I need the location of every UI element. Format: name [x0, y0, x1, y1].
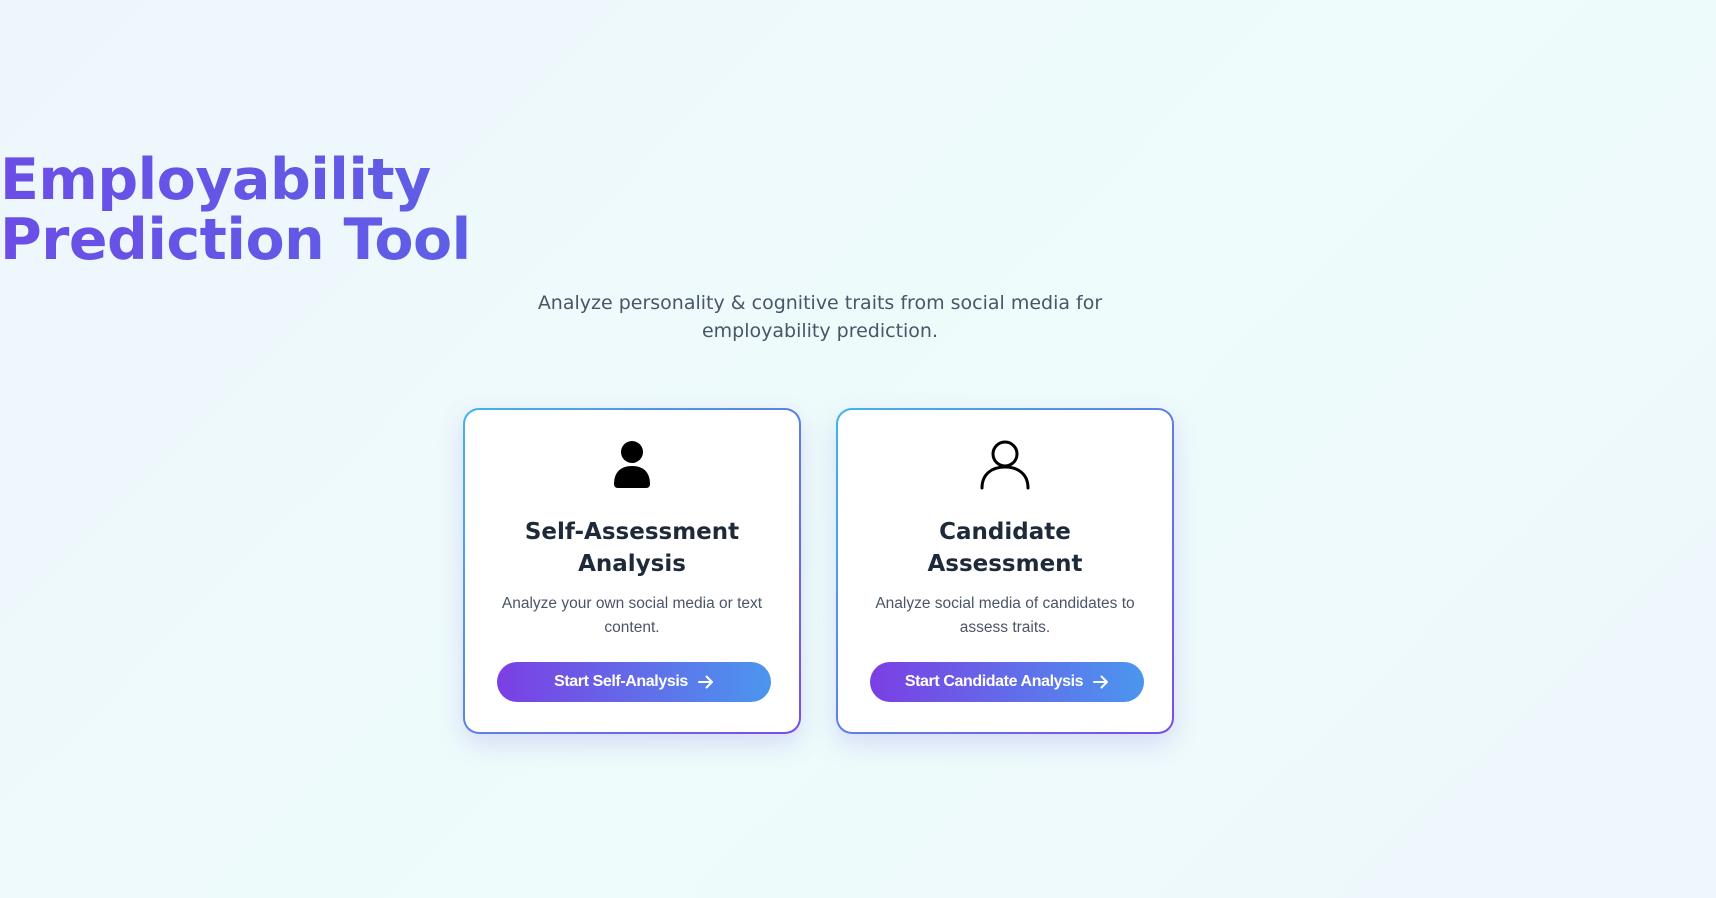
start-candidate-analysis-button[interactable]: Start Candidate Analysis — [870, 662, 1144, 702]
page-title-line-2: Prediction Tool — [0, 207, 471, 273]
page-title-line-1: Employability — [0, 147, 431, 213]
self-assessment-description: Analyze your own social media or text co… — [501, 595, 763, 636]
candidate-assessment-title: Candidate Assessment — [927, 519, 1083, 577]
start-candidate-analysis-label: Start Candidate Analysis — [904, 673, 1084, 690]
candidate-assessment-description: Analyze social media of candidates to as… — [875, 595, 1135, 636]
self-assessment-title: Self-Assessment Analysis — [524, 519, 740, 577]
arrow-right-icon — [1093, 675, 1109, 689]
start-self-analysis-button[interactable]: Start Self-Analysis — [497, 662, 771, 702]
user-outline-icon — [838, 440, 1172, 492]
self-assessment-card: Self-Assessment Analysis Analyze your ow… — [463, 408, 801, 734]
page-subtitle: Analyze personality & cognitive traits f… — [537, 292, 1103, 342]
arrow-right-icon — [697, 675, 714, 689]
user-filled-icon — [465, 440, 799, 492]
page-title: Employability Prediction Tool — [0, 150, 1640, 270]
start-self-analysis-label: Start Self-Analysis — [554, 673, 688, 690]
candidate-assessment-card: Candidate Assessment Analyze social medi… — [836, 408, 1174, 734]
